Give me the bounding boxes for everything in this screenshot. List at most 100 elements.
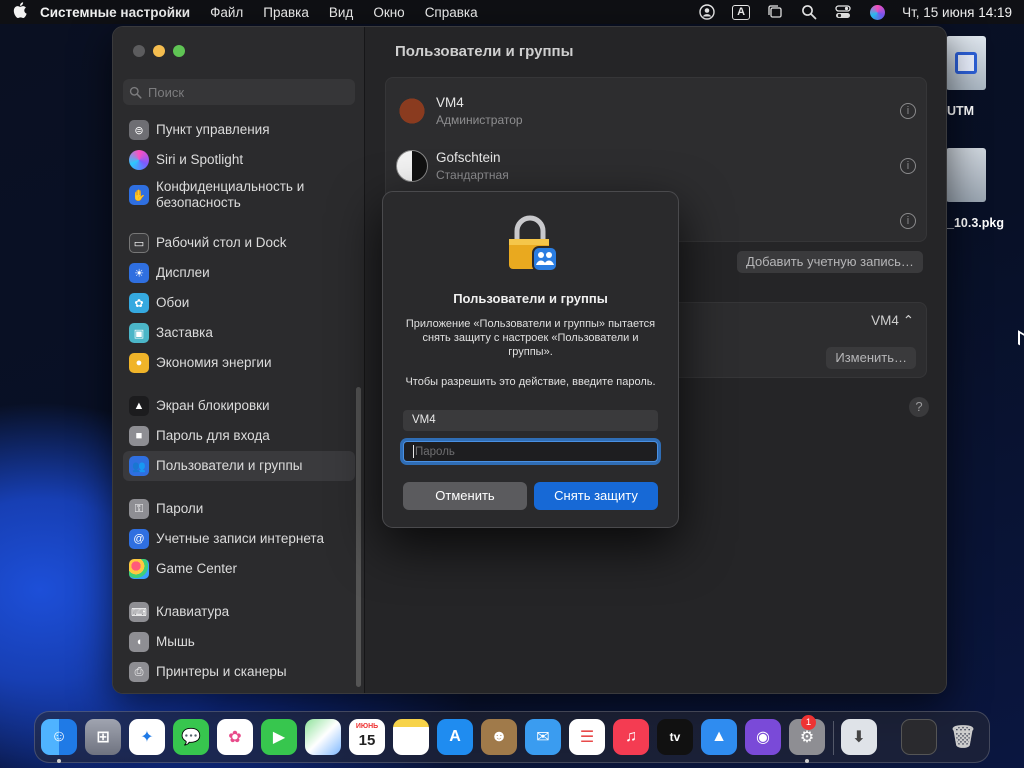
apple-tv-icon[interactable]: tv <box>657 719 693 755</box>
window-stack-icon[interactable] <box>766 4 784 20</box>
finder-icon[interactable]: ☺ <box>41 719 77 755</box>
internet-accounts-icon: @ <box>129 529 149 549</box>
close-button[interactable] <box>133 45 145 57</box>
sidebar-item-energy-saver[interactable]: ● Экономия энергии <box>123 348 355 378</box>
music-icon[interactable]: ♫ <box>613 719 649 755</box>
installer-icon[interactable]: ⬇ <box>841 719 877 755</box>
game-center-icon <box>129 559 149 579</box>
energy-icon: ● <box>129 353 149 373</box>
change-button[interactable]: Изменить… <box>826 347 916 369</box>
password-field[interactable]: Пароль <box>403 441 658 462</box>
sidebar-item-siri-spotlight[interactable]: Siri и Spotlight <box>123 145 355 175</box>
user-role: Администратор <box>436 113 523 127</box>
podcasts-icon[interactable]: ◉ <box>745 719 781 755</box>
safari-icon[interactable]: ✦ <box>129 719 165 755</box>
messages-icon[interactable]: 💬 <box>173 719 209 755</box>
sidebar-item-users-groups[interactable]: 👥 Пользователи и группы <box>123 451 355 481</box>
control-center-icon: ⊜ <box>129 120 149 140</box>
lock-users-icon <box>509 215 558 272</box>
football-avatar <box>390 89 434 133</box>
menu-view[interactable]: Вид <box>329 5 353 20</box>
sidebar: Поиск ⊜ Пункт управления Siri и Spotligh… <box>113 27 365 693</box>
apple-menu-icon[interactable] <box>0 2 40 22</box>
notes-icon[interactable] <box>393 719 429 755</box>
sidebar-item-internet-accounts[interactable]: @ Учетные записи интернета <box>123 524 355 554</box>
password-placeholder: Пароль <box>415 446 455 458</box>
user-account-icon[interactable] <box>698 4 716 20</box>
maps-icon[interactable] <box>305 719 341 755</box>
sidebar-item-displays[interactable]: ☀ Дисплеи <box>123 258 355 288</box>
printer-icon: ⎙ <box>129 662 149 682</box>
launchpad-icon[interactable]: ⊞ <box>85 719 121 755</box>
menu-clock[interactable]: Чт, 15 июня 14:19 <box>902 5 1012 20</box>
reminders-icon[interactable]: ☰ <box>569 719 605 755</box>
search-placeholder: Поиск <box>148 84 185 100</box>
sidebar-item-passwords[interactable]: ⚿ Пароли <box>123 494 355 524</box>
menu-help[interactable]: Справка <box>425 5 478 20</box>
info-icon[interactable]: i <box>900 103 916 119</box>
sidebar-item-printers-scanners[interactable]: ⎙ Принтеры и сканеры <box>123 657 355 687</box>
utm-desktop-icon[interactable] <box>946 36 986 90</box>
username-field[interactable]: VM4 <box>403 410 658 431</box>
sidebar-item-control-center[interactable]: ⊜ Пункт управления <box>123 115 355 145</box>
pkg-desktop-label: _10.3.pkg <box>947 216 1004 230</box>
desktop-dock-icon: ▭ <box>129 233 149 253</box>
spotlight-search-icon[interactable] <box>800 4 818 20</box>
sidebar-item-privacy-security[interactable]: ✋ Конфиденциальность и безопасность <box>123 175 355 215</box>
auto-login-popup[interactable]: VM4 ⌃ <box>871 313 914 329</box>
sidebar-scrollbar[interactable] <box>356 387 361 687</box>
chevron-updown-icon: ⌃ <box>902 313 914 328</box>
sidebar-item-screensaver[interactable]: ▣ Заставка <box>123 318 355 348</box>
sidebar-item-desktop-dock[interactable]: ▭ Рабочий стол и Dock <box>123 228 355 258</box>
sidebar-item-login-password[interactable]: ■ Пароль для входа <box>123 421 355 451</box>
keyboard-icon: ⌨ <box>129 602 149 622</box>
control-center-icon[interactable] <box>834 4 852 20</box>
user-role: Стандартная <box>436 168 509 182</box>
add-account-button[interactable]: Добавить учетную запись… <box>737 251 923 273</box>
help-button[interactable]: ? <box>909 397 929 417</box>
siri-icon[interactable] <box>868 4 886 20</box>
menu-edit[interactable]: Правка <box>263 5 309 20</box>
lock-screen-icon: ▲ <box>129 396 149 416</box>
page-title: Пользователи и группы <box>395 43 574 60</box>
keynote-icon[interactable]: ▲ <box>701 719 737 755</box>
unlock-button[interactable]: Снять защиту <box>534 482 658 510</box>
passwords-key-icon: ⚿ <box>129 499 149 519</box>
facetime-icon[interactable]: ▶ <box>261 719 297 755</box>
mouse-icon: ◖ <box>129 632 149 652</box>
app-store-icon[interactable]: A <box>437 719 473 755</box>
info-icon[interactable]: i <box>900 158 916 174</box>
dock: ☺ ⊞ ✦ 💬 ✿ ▶ ИЮНЬ 15 A ☻ ✉ ☰ ♫ tv ▲ ◉ ⚙ 1… <box>34 711 990 763</box>
sidebar-item-keyboard[interactable]: ⌨ Клавиатура <box>123 597 355 627</box>
user-row-vm4[interactable]: VM4 Администратор i <box>390 84 916 138</box>
cancel-button[interactable]: Отменить <box>403 482 527 510</box>
menu-file[interactable]: Файл <box>210 5 243 20</box>
dock-separator <box>833 721 834 755</box>
menu-window[interactable]: Окно <box>373 5 404 20</box>
input-source-icon[interactable]: A <box>732 4 751 20</box>
zoom-button[interactable] <box>173 45 185 57</box>
mail-icon[interactable]: ✉ <box>525 719 561 755</box>
sidebar-item-lock-screen[interactable]: ▲ Экран блокировки <box>123 391 355 421</box>
sidebar-item-mouse[interactable]: ◖ Мышь <box>123 627 355 657</box>
menu-app-name[interactable]: Системные настройки <box>40 5 190 20</box>
contacts-icon[interactable]: ☻ <box>481 719 517 755</box>
screensaver-icon: ▣ <box>129 323 149 343</box>
sidebar-item-game-center[interactable]: Game Center <box>123 554 355 584</box>
info-icon[interactable]: i <box>900 213 916 229</box>
dialog-prompt: Чтобы разрешить это действие, введите па… <box>405 376 656 388</box>
sidebar-item-wallpaper[interactable]: ✿ Обои <box>123 288 355 318</box>
utm-desktop-label: UTM <box>947 104 975 118</box>
pkg-desktop-icon[interactable] <box>946 148 986 202</box>
login-password-icon: ■ <box>129 426 149 446</box>
search-icon <box>129 86 142 99</box>
sidebar-search-field[interactable]: Поиск <box>123 79 355 105</box>
calendar-icon[interactable]: ИЮНЬ 15 <box>349 719 385 755</box>
window-preview-icon[interactable] <box>901 719 937 755</box>
user-name: VM4 <box>436 95 464 110</box>
user-row-gofschtein[interactable]: Gofschtein Стандартная i <box>396 139 916 193</box>
minimize-button[interactable] <box>153 45 165 57</box>
trash-icon[interactable]: 🗑 <box>945 719 981 755</box>
photos-icon[interactable]: ✿ <box>217 719 253 755</box>
user-name: Gofschtein <box>436 150 501 165</box>
